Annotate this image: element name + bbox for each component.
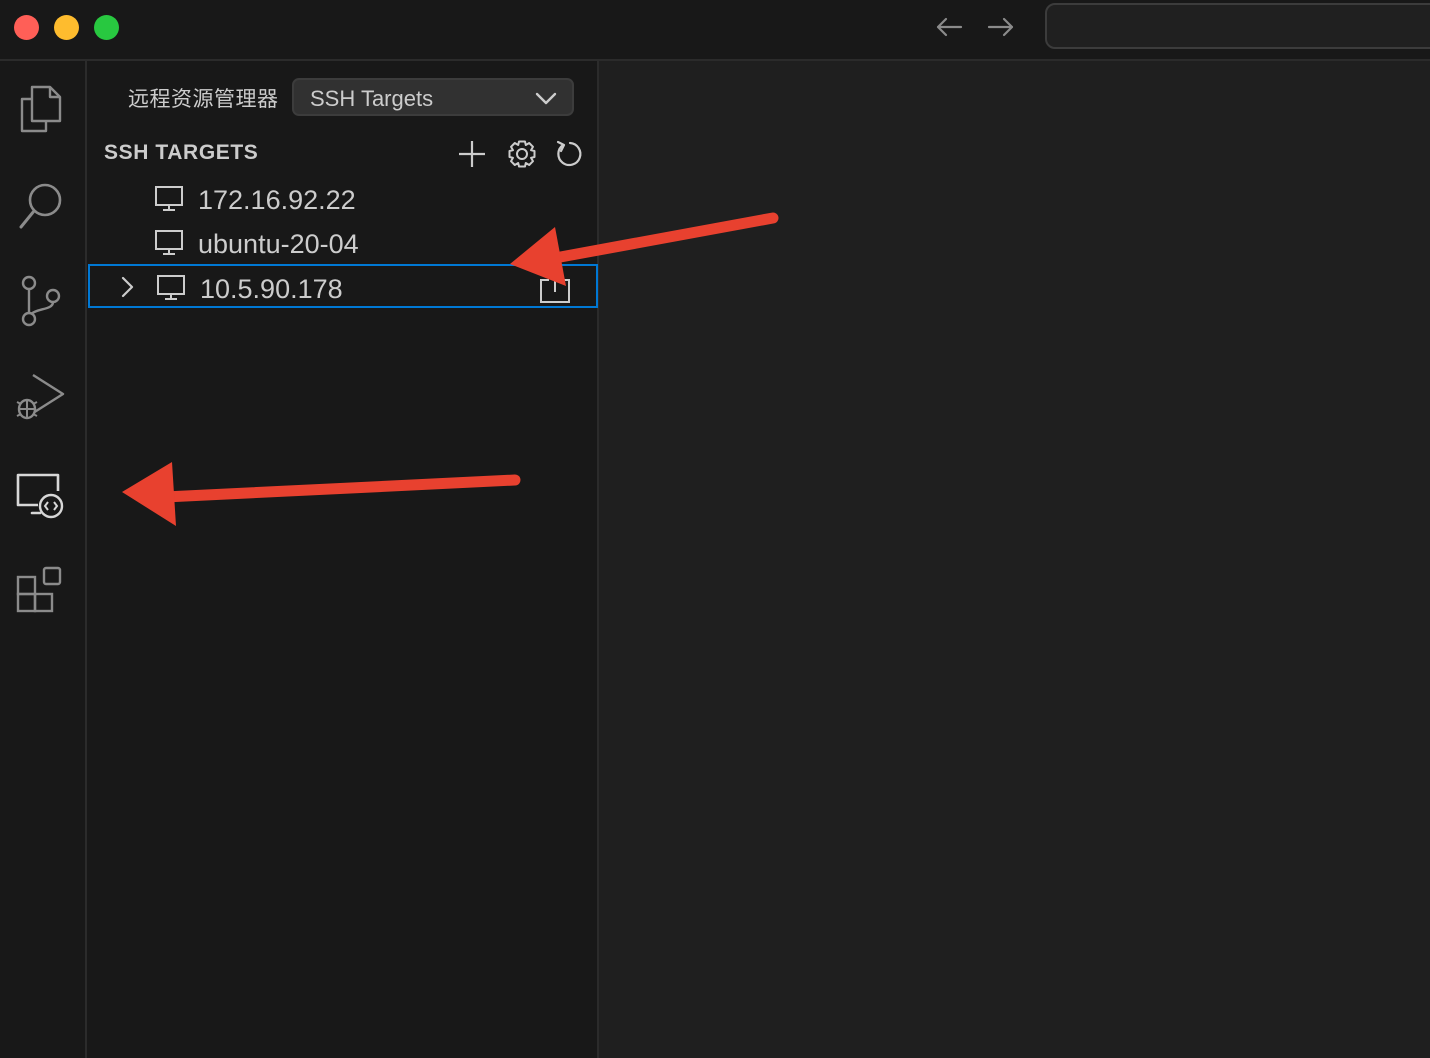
ssh-host-item-selected[interactable]: 10.5.90.178 <box>88 264 598 308</box>
remote-explorer-icon[interactable] <box>12 466 68 522</box>
gear-icon[interactable] <box>505 137 539 171</box>
monitor-icon <box>156 274 186 307</box>
editor-area <box>599 61 1430 1058</box>
source-control-icon[interactable] <box>12 273 68 329</box>
section-header-ssh-targets[interactable]: SSH TARGETS <box>104 141 258 165</box>
ssh-host-label: ubuntu-20-04 <box>198 229 359 259</box>
ssh-host-item[interactable]: 172.16.92.22 <box>88 177 598 221</box>
refresh-icon[interactable] <box>553 137 587 171</box>
run-debug-icon[interactable] <box>12 368 68 424</box>
monitor-icon <box>154 185 184 218</box>
title-bar <box>0 0 1430 61</box>
search-icon[interactable] <box>12 178 68 234</box>
monitor-icon <box>154 229 184 262</box>
activity-bar <box>0 61 87 1058</box>
extensions-icon[interactable] <box>12 561 68 617</box>
arrow-right-icon[interactable] <box>984 12 1018 42</box>
plus-icon[interactable] <box>455 137 489 171</box>
chevron-down-icon <box>534 89 558 112</box>
command-center-search[interactable] <box>1045 3 1430 49</box>
view-select-dropdown[interactable]: SSH Targets <box>292 78 574 116</box>
chevron-right-icon[interactable] <box>118 275 136 304</box>
sidebar-title: 远程资源管理器 <box>128 88 279 111</box>
arrow-left-icon[interactable] <box>932 12 966 42</box>
ssh-host-item[interactable]: ubuntu-20-04 <box>88 221 598 265</box>
remote-explorer-sidebar: 远程资源管理器 SSH Targets SSH TARGETS 172.16.9… <box>87 61 599 1058</box>
open-in-new-window-icon[interactable] <box>537 274 571 309</box>
ssh-host-label: 172.16.92.22 <box>198 185 356 215</box>
view-select-value: SSH Targets <box>310 86 434 111</box>
window-minimize-button[interactable] <box>54 15 79 40</box>
window-close-button[interactable] <box>14 15 39 40</box>
ssh-host-label: 10.5.90.178 <box>200 274 343 304</box>
window-maximize-button[interactable] <box>94 15 119 40</box>
files-icon[interactable] <box>12 81 68 137</box>
